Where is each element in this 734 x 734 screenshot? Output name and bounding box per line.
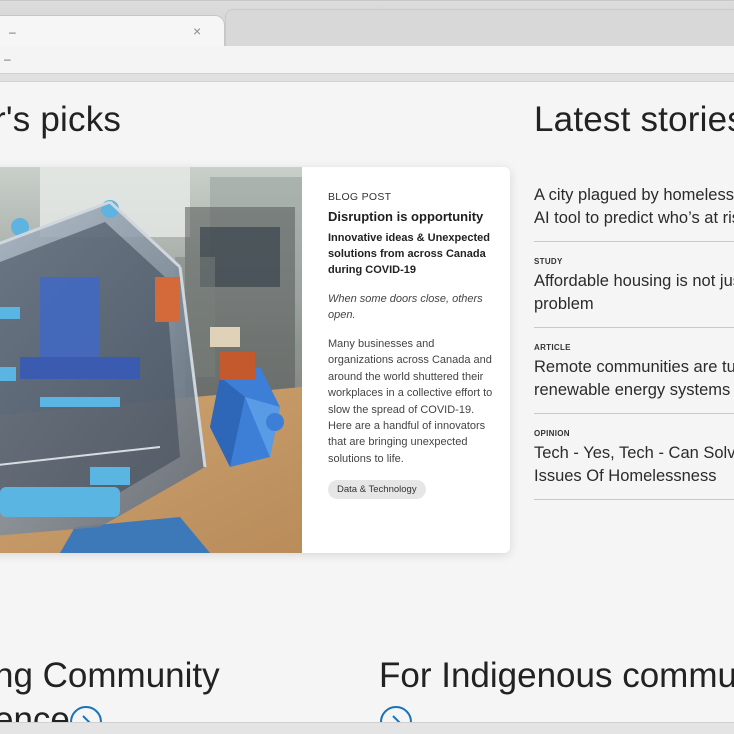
window-bottom-edge (0, 722, 734, 734)
latest-stories-heading: Latest stories (534, 100, 734, 139)
story-kicker: ARTICLE (534, 343, 571, 352)
new-tab-area[interactable] (225, 9, 734, 47)
web-page: r's picks Latest stories BLOG POST Disru… (0, 82, 734, 722)
community-heading[interactable]: ng Community (0, 656, 220, 696)
editors-picks-heading: r's picks (0, 100, 122, 139)
story-title-line: Issues Of Homelessness (534, 467, 717, 485)
featured-tagline: When some doors close, others open. (328, 293, 483, 321)
arrow-right-circle-icon[interactable] (70, 706, 102, 722)
close-tab-icon[interactable]: × (193, 23, 201, 39)
story-kicker: STUDY (534, 257, 563, 266)
featured-card-body: BLOG POST Disruption is opportunity Inno… (328, 191, 493, 500)
story-title-line: Remote communities are tur (534, 358, 734, 376)
featured-description: Many businesses and organizations across… (328, 338, 493, 465)
story-kicker: OPINION (534, 429, 570, 438)
story-title-line: Tech - Yes, Tech - Can Solve T (534, 444, 734, 462)
story-item[interactable]: STUDY Affordable housing is not jus prob… (534, 242, 734, 328)
address-bar[interactable]: – (0, 46, 734, 74)
featured-subtitle: Innovative ideas & Unexpected solutions … (328, 232, 490, 276)
category-tag[interactable]: Data & Technology (328, 480, 426, 500)
featured-card[interactable]: BLOG POST Disruption is opportunity Inno… (0, 167, 510, 553)
arrow-right-circle-icon[interactable] (380, 706, 412, 722)
story-title-line: A city plagued by homelessn (534, 186, 734, 204)
indigenous-heading[interactable]: For Indigenous commun (379, 656, 734, 696)
story-title-line: AI tool to predict who’s at ris (534, 209, 734, 227)
story-item[interactable]: OPINION Tech - Yes, Tech - Can Solve T I… (534, 414, 734, 500)
tab-title: – (9, 25, 16, 39)
community-heading-line2[interactable]: ence (0, 700, 70, 722)
3d-printer-photo (0, 167, 302, 553)
browser-tab[interactable]: – × (0, 15, 225, 48)
story-title-line: Affordable housing is not jus (534, 272, 734, 290)
latest-stories-list: A city plagued by homelessn AI tool to p… (534, 180, 734, 500)
address-text: – (4, 52, 11, 66)
story-item[interactable]: ARTICLE Remote communities are tur renew… (534, 328, 734, 414)
toolbar-divider (0, 74, 734, 82)
featured-title[interactable]: Disruption is opportunity (328, 209, 493, 224)
story-item[interactable]: A city plagued by homelessn AI tool to p… (534, 180, 734, 242)
story-title-line: problem (534, 295, 594, 313)
tab-strip: – × (0, 0, 734, 48)
post-type-label: BLOG POST (328, 191, 392, 203)
story-title-line: renewable energy systems (534, 381, 731, 399)
browser-window: – × – r's picks Latest stories BLOG POST… (0, 0, 734, 734)
